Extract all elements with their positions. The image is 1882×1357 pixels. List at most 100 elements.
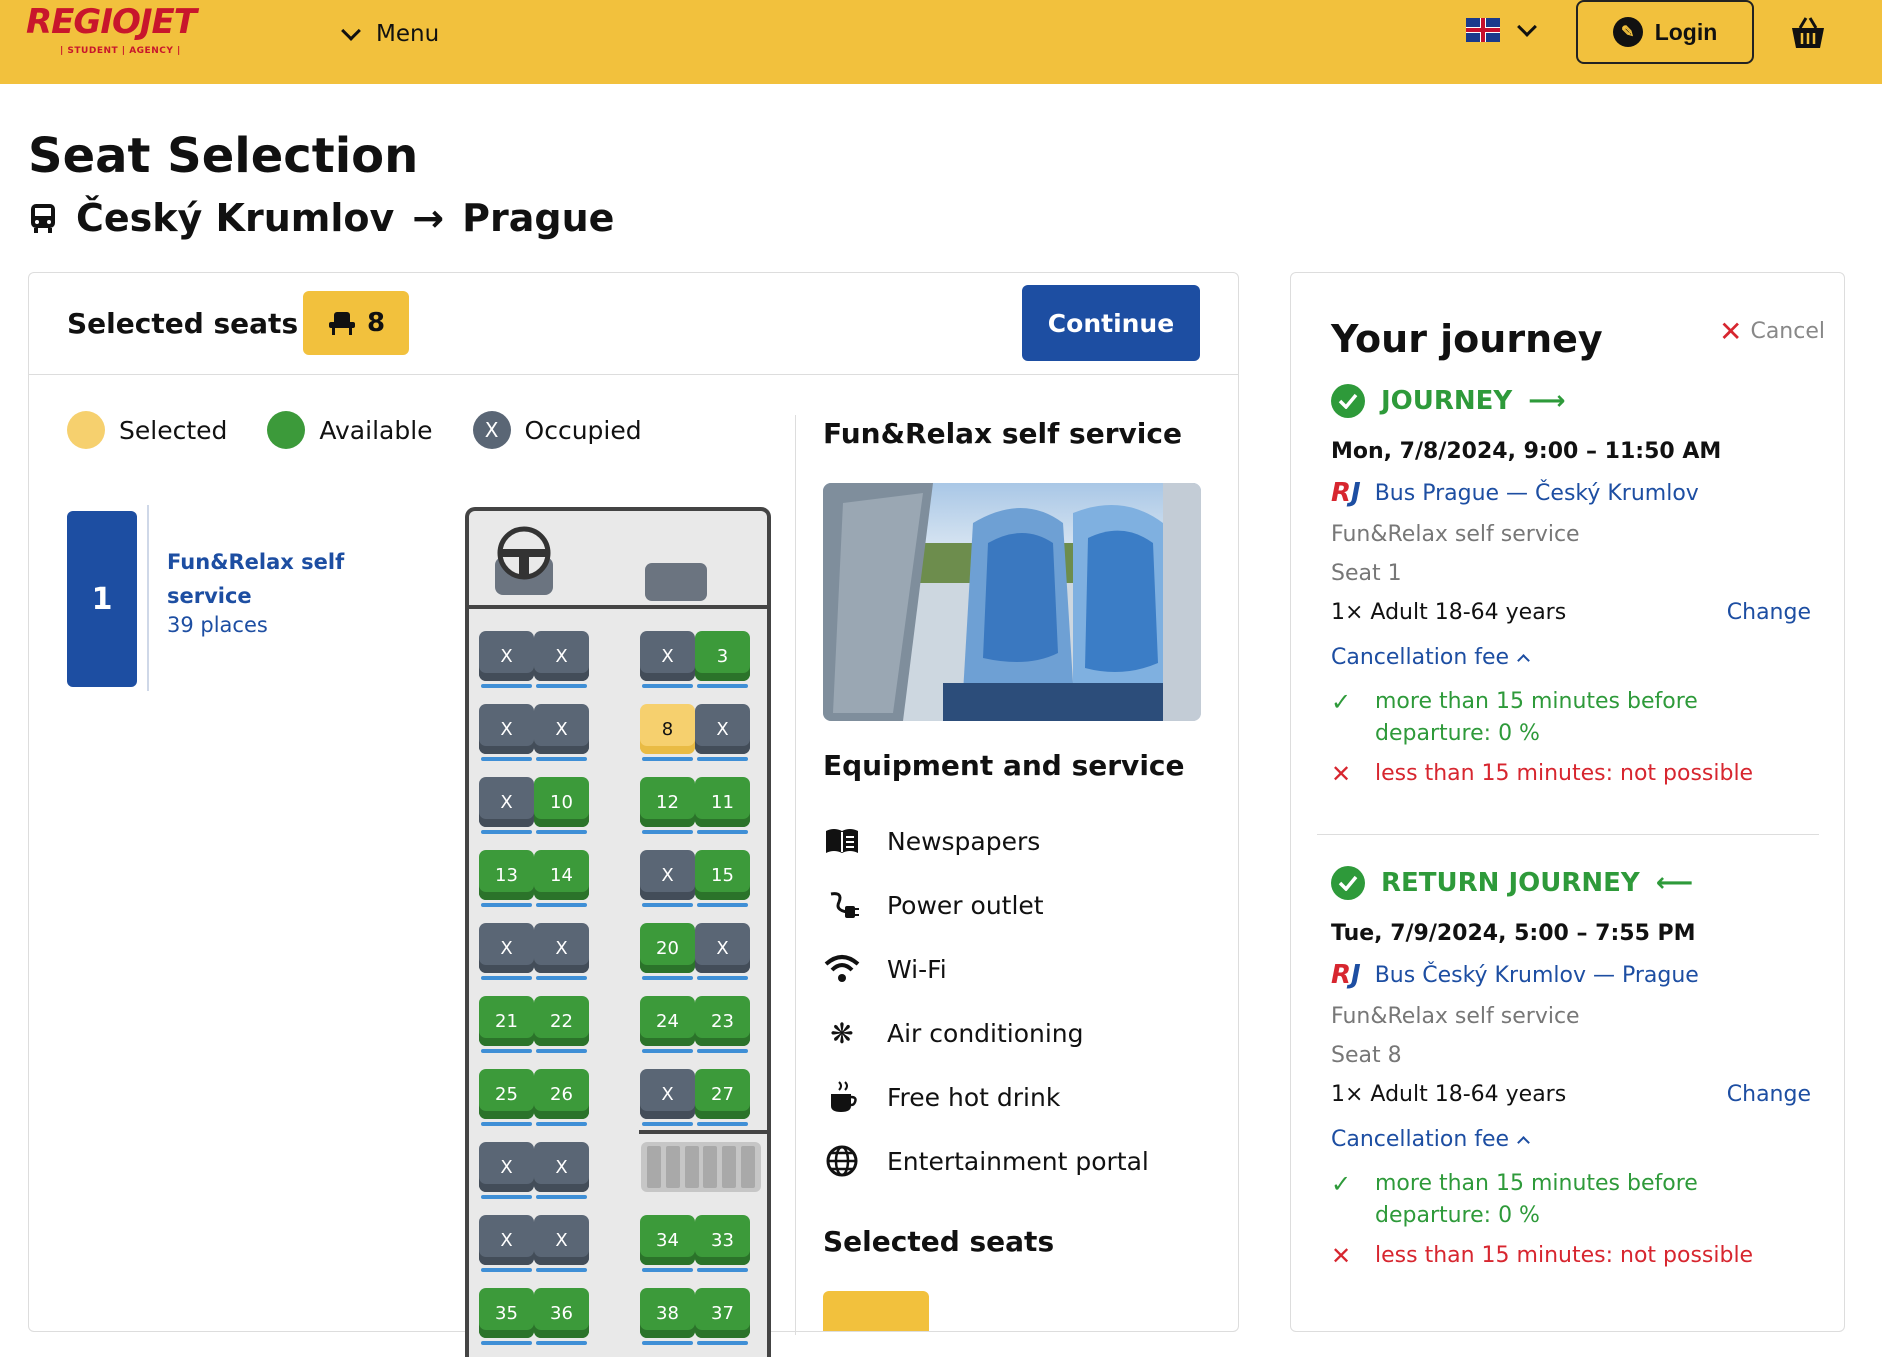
seat-occupied: X	[695, 923, 750, 980]
seat-occupied: X	[640, 1069, 695, 1126]
seat-22[interactable]: 22	[534, 996, 589, 1053]
return-service: Fun&Relax self service	[1331, 1004, 1580, 1029]
selected-seats-label: Selected seats	[67, 307, 299, 340]
outbound-heading-text: JOURNEY	[1381, 386, 1513, 416]
return-line-text: Bus Český Krumlov — Prague	[1374, 962, 1699, 988]
fee-no-text: less than 15 minutes: not possible	[1375, 1243, 1754, 1268]
seat-occupied: X	[640, 631, 695, 688]
arrow-left-icon: ⟵	[1655, 868, 1693, 898]
route-from: Český Krumlov	[76, 196, 395, 240]
seat-34[interactable]: 34	[640, 1215, 695, 1272]
return-passenger: 1× Adult 18-64 years Change	[1331, 1082, 1811, 1107]
seat-occupied: X	[534, 704, 589, 761]
equipment-item: Newspapers	[823, 809, 1203, 873]
seat-15[interactable]: 15	[695, 850, 750, 907]
fee-ok-text: more than 15 minutes before departure: 0…	[1375, 689, 1698, 746]
seat-10[interactable]: 10	[534, 777, 589, 834]
equipment-title: Equipment and service	[823, 749, 1185, 782]
change-passenger-link[interactable]: Change	[1727, 1082, 1811, 1107]
seat-legend: Selected Available X Occupied	[67, 411, 666, 449]
equipment-label: Free hot drink	[887, 1082, 1061, 1112]
seat-occupied: X	[534, 1142, 589, 1199]
seat-36[interactable]: 36	[534, 1288, 589, 1345]
cancellation-fee-toggle[interactable]: Cancellation fee	[1331, 645, 1811, 670]
equipment-item: Entertainment portal	[823, 1129, 1203, 1193]
bus-seat-map: X X X 3 X X 8 X X 10 12 11 13 14 X 15 X X 20 X 21 22 24 23 25 26 X…	[465, 507, 771, 1357]
seat-25[interactable]: 25	[479, 1069, 534, 1126]
cancel-button[interactable]: ✕ Cancel	[1719, 317, 1825, 345]
equipment-label: Wi-Fi	[887, 954, 947, 984]
seat-20[interactable]: 20	[640, 923, 695, 980]
seat-selected-8[interactable]: 8	[640, 704, 695, 761]
language-selector[interactable]	[1466, 17, 1537, 42]
seat-occupied: X	[479, 1142, 534, 1199]
seat-24[interactable]: 24	[640, 996, 695, 1053]
rj-logo-icon: RJ	[1331, 960, 1361, 990]
car-name[interactable]: Fun&Relax self service	[167, 545, 367, 613]
outbound-service: Fun&Relax self service	[1331, 522, 1580, 547]
outbound-date: Mon, 7/8/2024, 9:00 – 11:50 AM	[1331, 439, 1722, 464]
return-seat: Seat 8	[1331, 1043, 1402, 1068]
outbound-line[interactable]: RJ Bus Prague — Český Krumlov	[1331, 478, 1811, 508]
logo-subtext: | STUDENT | AGENCY |	[60, 46, 181, 56]
fee-ok-text: more than 15 minutes before departure: 0…	[1375, 1171, 1698, 1228]
guide-seat	[645, 563, 707, 601]
equipment-item: Wi-Fi	[823, 937, 1203, 1001]
return-line[interactable]: RJ Bus Český Krumlov — Prague	[1331, 960, 1811, 990]
seat-icon	[328, 312, 355, 335]
seat-occupied: X	[640, 850, 695, 907]
arrow-right-icon: ⟶	[1528, 386, 1566, 416]
selected-seat-chip[interactable]	[823, 1291, 929, 1331]
check-icon: ✓	[1331, 688, 1352, 716]
selected-seats-section-title: Selected seats	[823, 1225, 1055, 1258]
seat-27[interactable]: 27	[695, 1069, 750, 1126]
outbound-seat: Seat 1	[1331, 561, 1402, 586]
seat-23[interactable]: 23	[695, 996, 750, 1053]
equipment-item: Free hot drink	[823, 1065, 1203, 1129]
seat-occupied: X	[534, 1215, 589, 1272]
basket-icon[interactable]	[1788, 14, 1828, 54]
seat-38[interactable]: 38	[640, 1288, 695, 1345]
outbound-journey: JOURNEY ⟶ Mon, 7/8/2024, 9:00 – 11:50 AM…	[1331, 381, 1811, 790]
equipment-label: Newspapers	[887, 826, 1041, 856]
login-icon: ✎	[1612, 17, 1643, 47]
check-icon: ✓	[1331, 1170, 1352, 1198]
uk-flag-icon	[1466, 18, 1500, 42]
cancellation-fee-toggle[interactable]: Cancellation fee	[1331, 1127, 1811, 1152]
seat-26[interactable]: 26	[534, 1069, 589, 1126]
cancel-label: Cancel	[1750, 319, 1825, 344]
return-date: Tue, 7/9/2024, 5:00 – 7:55 PM	[1331, 921, 1696, 946]
selected-dot-icon	[67, 411, 105, 449]
seat-occupied: X	[479, 923, 534, 980]
menu-button[interactable]: Menu	[341, 12, 439, 56]
seat-14[interactable]: 14	[534, 850, 589, 907]
seat-33[interactable]: 33	[695, 1215, 750, 1272]
legend-available: Available	[267, 411, 433, 449]
equipment-list: Newspapers Power outlet Wi-Fi ❋ Air cond…	[823, 809, 1203, 1193]
seat-12[interactable]: 12	[640, 777, 695, 834]
seat-35[interactable]: 35	[479, 1288, 534, 1345]
wifi-icon	[823, 950, 861, 988]
bus-icon	[31, 204, 55, 233]
seat-3[interactable]: 3	[695, 631, 750, 688]
seat-37[interactable]: 37	[695, 1288, 750, 1345]
check-circle-icon	[1331, 866, 1365, 900]
selected-seats-badge[interactable]: 8	[303, 291, 409, 355]
panel-divider	[795, 415, 796, 1335]
fee-rule-ok: ✓ more than 15 minutes before departure:…	[1331, 686, 1811, 750]
equipment-item: ❋ Air conditioning	[823, 1001, 1203, 1065]
login-button[interactable]: ✎ Login	[1576, 0, 1754, 64]
seat-13[interactable]: 13	[479, 850, 534, 907]
regiojet-logo[interactable]: REGIOJET | STUDENT | AGENCY |	[26, 2, 226, 62]
cancellation-fee-label: Cancellation fee	[1331, 1127, 1510, 1152]
rj-logo-icon: RJ	[1331, 478, 1361, 508]
car-tab-1[interactable]: 1	[67, 511, 137, 687]
seat-11[interactable]: 11	[695, 777, 750, 834]
cross-icon: ✕	[1331, 1242, 1352, 1270]
change-passenger-link[interactable]: Change	[1727, 600, 1811, 625]
steering-wheel-icon	[495, 526, 553, 595]
continue-button[interactable]: Continue	[1022, 285, 1200, 361]
seat-21[interactable]: 21	[479, 996, 534, 1053]
chevron-up-icon	[1517, 1136, 1530, 1149]
cancellation-fee-label: Cancellation fee	[1331, 645, 1510, 670]
